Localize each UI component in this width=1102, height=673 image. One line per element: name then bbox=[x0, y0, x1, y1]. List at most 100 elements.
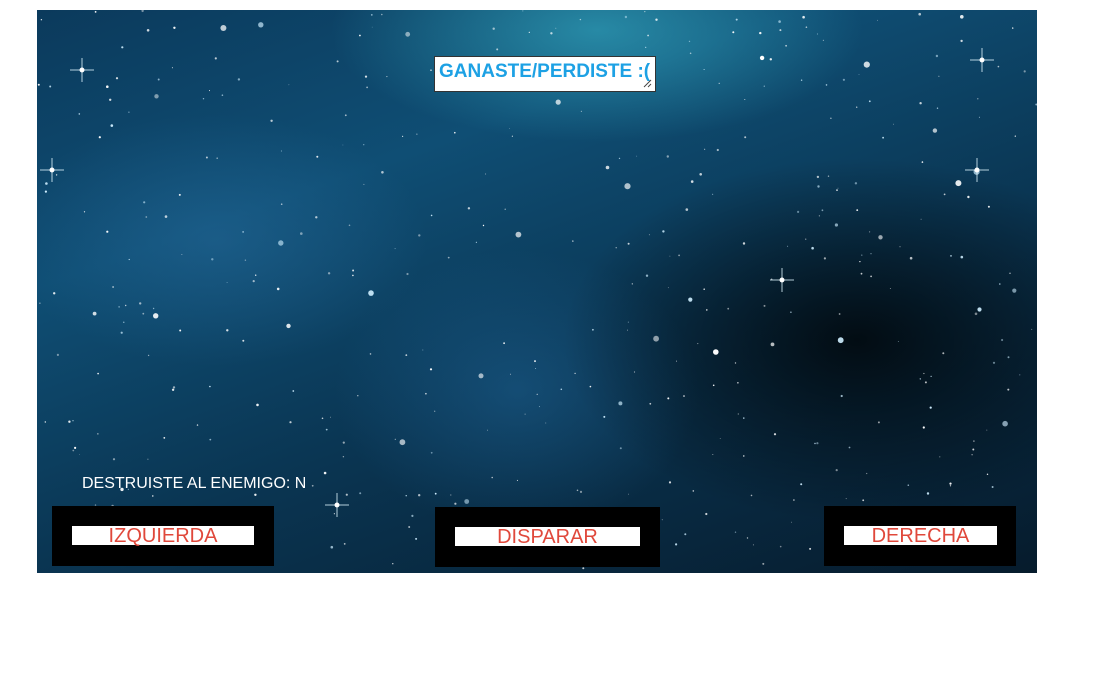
star bbox=[845, 498, 847, 500]
star bbox=[603, 415, 606, 418]
star bbox=[154, 94, 159, 99]
star bbox=[44, 190, 47, 193]
star bbox=[589, 385, 592, 388]
star bbox=[662, 230, 665, 233]
fire-button[interactable]: DISPARAR bbox=[455, 527, 640, 547]
star bbox=[669, 255, 671, 257]
star bbox=[827, 175, 830, 177]
star bbox=[145, 216, 148, 218]
star bbox=[49, 85, 52, 88]
star bbox=[818, 215, 820, 217]
star bbox=[311, 484, 314, 487]
star bbox=[1012, 27, 1014, 29]
resize-grip-icon[interactable] bbox=[643, 79, 652, 88]
star bbox=[744, 99, 746, 100]
star bbox=[1001, 338, 1004, 342]
star bbox=[209, 438, 212, 441]
star bbox=[742, 242, 746, 245]
star bbox=[369, 353, 372, 355]
star bbox=[737, 413, 739, 415]
star bbox=[1009, 272, 1011, 274]
star bbox=[889, 288, 891, 289]
star bbox=[146, 29, 150, 32]
star bbox=[300, 232, 303, 235]
star bbox=[171, 388, 175, 391]
star bbox=[759, 31, 762, 35]
star bbox=[689, 52, 692, 55]
star bbox=[685, 208, 689, 211]
left-button[interactable]: IZQUIERDA bbox=[72, 526, 254, 546]
star bbox=[78, 113, 81, 115]
star bbox=[286, 323, 291, 329]
star bbox=[79, 454, 80, 455]
star bbox=[475, 241, 477, 243]
star bbox=[415, 537, 418, 540]
star bbox=[949, 485, 952, 487]
star bbox=[838, 313, 841, 315]
star bbox=[510, 373, 511, 375]
star bbox=[926, 492, 930, 495]
star bbox=[678, 254, 680, 257]
star bbox=[244, 259, 247, 261]
star bbox=[636, 155, 638, 157]
star bbox=[923, 372, 925, 375]
star bbox=[624, 15, 628, 19]
star bbox=[860, 272, 863, 275]
star bbox=[977, 307, 982, 312]
star bbox=[503, 342, 505, 345]
star bbox=[1007, 356, 1010, 359]
star bbox=[418, 494, 421, 497]
star bbox=[545, 422, 547, 424]
star bbox=[840, 394, 843, 398]
star bbox=[797, 210, 800, 213]
star bbox=[255, 274, 257, 276]
star bbox=[142, 312, 145, 315]
star bbox=[402, 135, 404, 137]
star bbox=[842, 78, 846, 81]
star bbox=[363, 183, 365, 185]
star bbox=[482, 224, 485, 227]
star bbox=[128, 258, 130, 261]
star bbox=[706, 309, 708, 311]
star bbox=[464, 499, 470, 504]
star bbox=[258, 22, 264, 28]
star bbox=[450, 494, 452, 496]
right-button[interactable]: DERECHA bbox=[844, 526, 997, 546]
star bbox=[110, 124, 114, 127]
star bbox=[344, 114, 347, 117]
star bbox=[357, 395, 359, 397]
star bbox=[68, 420, 71, 423]
star bbox=[922, 426, 925, 429]
star bbox=[856, 209, 859, 212]
star bbox=[121, 46, 124, 49]
star bbox=[120, 331, 123, 334]
star bbox=[1035, 103, 1037, 106]
star bbox=[528, 31, 530, 33]
star bbox=[746, 537, 749, 539]
star bbox=[645, 274, 649, 277]
star bbox=[125, 304, 127, 307]
result-textarea[interactable]: GANASTE/PERDISTE :( bbox=[434, 56, 656, 92]
star bbox=[405, 354, 408, 356]
star bbox=[582, 567, 585, 570]
star bbox=[141, 10, 144, 13]
star bbox=[834, 223, 839, 227]
star bbox=[805, 238, 807, 240]
star bbox=[704, 148, 706, 150]
star bbox=[371, 26, 373, 28]
star bbox=[576, 489, 579, 492]
sparkle-star-core bbox=[79, 67, 85, 73]
star bbox=[511, 135, 513, 137]
star bbox=[37, 83, 40, 86]
star bbox=[321, 417, 324, 420]
game-canvas: GANASTE/PERDISTE :( DESTRUISTE AL ENEMIG… bbox=[37, 10, 1037, 573]
star bbox=[811, 246, 814, 250]
star bbox=[434, 492, 437, 495]
star bbox=[743, 455, 745, 457]
star bbox=[805, 26, 808, 29]
star bbox=[560, 388, 563, 391]
star bbox=[919, 102, 922, 105]
star bbox=[226, 282, 228, 283]
star bbox=[1012, 288, 1017, 293]
star bbox=[712, 193, 714, 195]
